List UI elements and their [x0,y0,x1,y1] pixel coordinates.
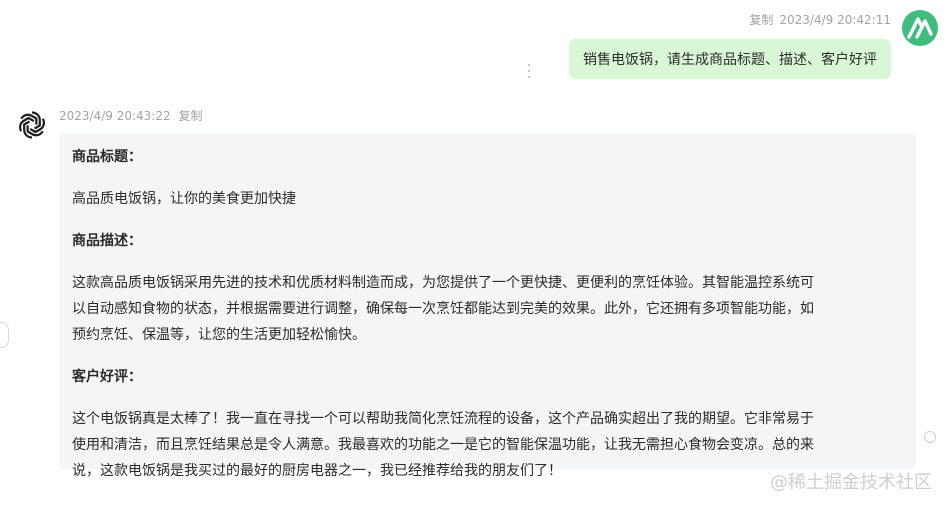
left-scroll-handle[interactable] [0,322,9,348]
watermark: @稀土掘金技术社区 [770,472,932,493]
openai-logo-icon [16,110,48,140]
assistant-message-meta: 2023/4/9 20:43:22 复制 [59,107,202,124]
assistant-message-timestamp: 2023/4/9 20:43:22 [59,109,171,123]
assistant-message-bubble: 商品标题： 高品质电饭锅，让你的美食更加快捷 商品描述： 这款高品质电饭锅采用先… [59,133,916,479]
description-line: 以自动感知食物的状态，并根据需要进行调整，确保每一次烹饪都能达到完美的效果。此外… [72,301,814,317]
assistant-copy-button[interactable]: 复制 [178,109,202,123]
user-copy-button[interactable]: 复制 [749,13,773,27]
app-logo-icon [907,17,933,39]
user-avatar [902,10,938,46]
more-vertical-icon[interactable] [525,64,533,78]
review-line: 使用和清洁，而且烹饪结果总是令人满意。我最喜欢的功能之一是它的智能保温功能，让我… [72,437,814,453]
description-line: 这款高品质电饭锅采用先进的技术和优质材料制造而成，为您提供了一个更快捷、更便利的… [72,275,814,291]
assistant-avatar [14,107,50,143]
product-description-heading: 商品描述： [72,233,142,249]
chat-page: 复制 2023/4/9 20:42:11 销售电饭锅，请生成商品标题、描述、客户好… [0,0,946,510]
customer-review-heading: 客户好评： [72,369,142,385]
review-line: 这个电饭锅真是太棒了！我一直在寻找一个可以帮助我简化烹饪流程的设备，这个产品确实… [72,411,814,427]
product-description: 这款高品质电饭锅采用先进的技术和优质材料制造而成，为您提供了一个更快捷、更便利的… [72,270,903,348]
description-line: 预约烹饪、保温等，让您的生活更加轻松愉快。 [72,327,366,343]
user-message-bubble: 销售电饭锅，请生成商品标题、描述、客户好评 [569,39,891,79]
product-title-text: 高品质电饭锅，让你的美食更加快捷 [72,191,296,207]
user-message-timestamp: 2023/4/9 20:42:11 [779,13,891,27]
product-title-heading: 商品标题： [72,149,142,165]
right-scroll-handle[interactable] [924,431,936,443]
user-message-meta: 复制 2023/4/9 20:42:11 [749,11,891,28]
